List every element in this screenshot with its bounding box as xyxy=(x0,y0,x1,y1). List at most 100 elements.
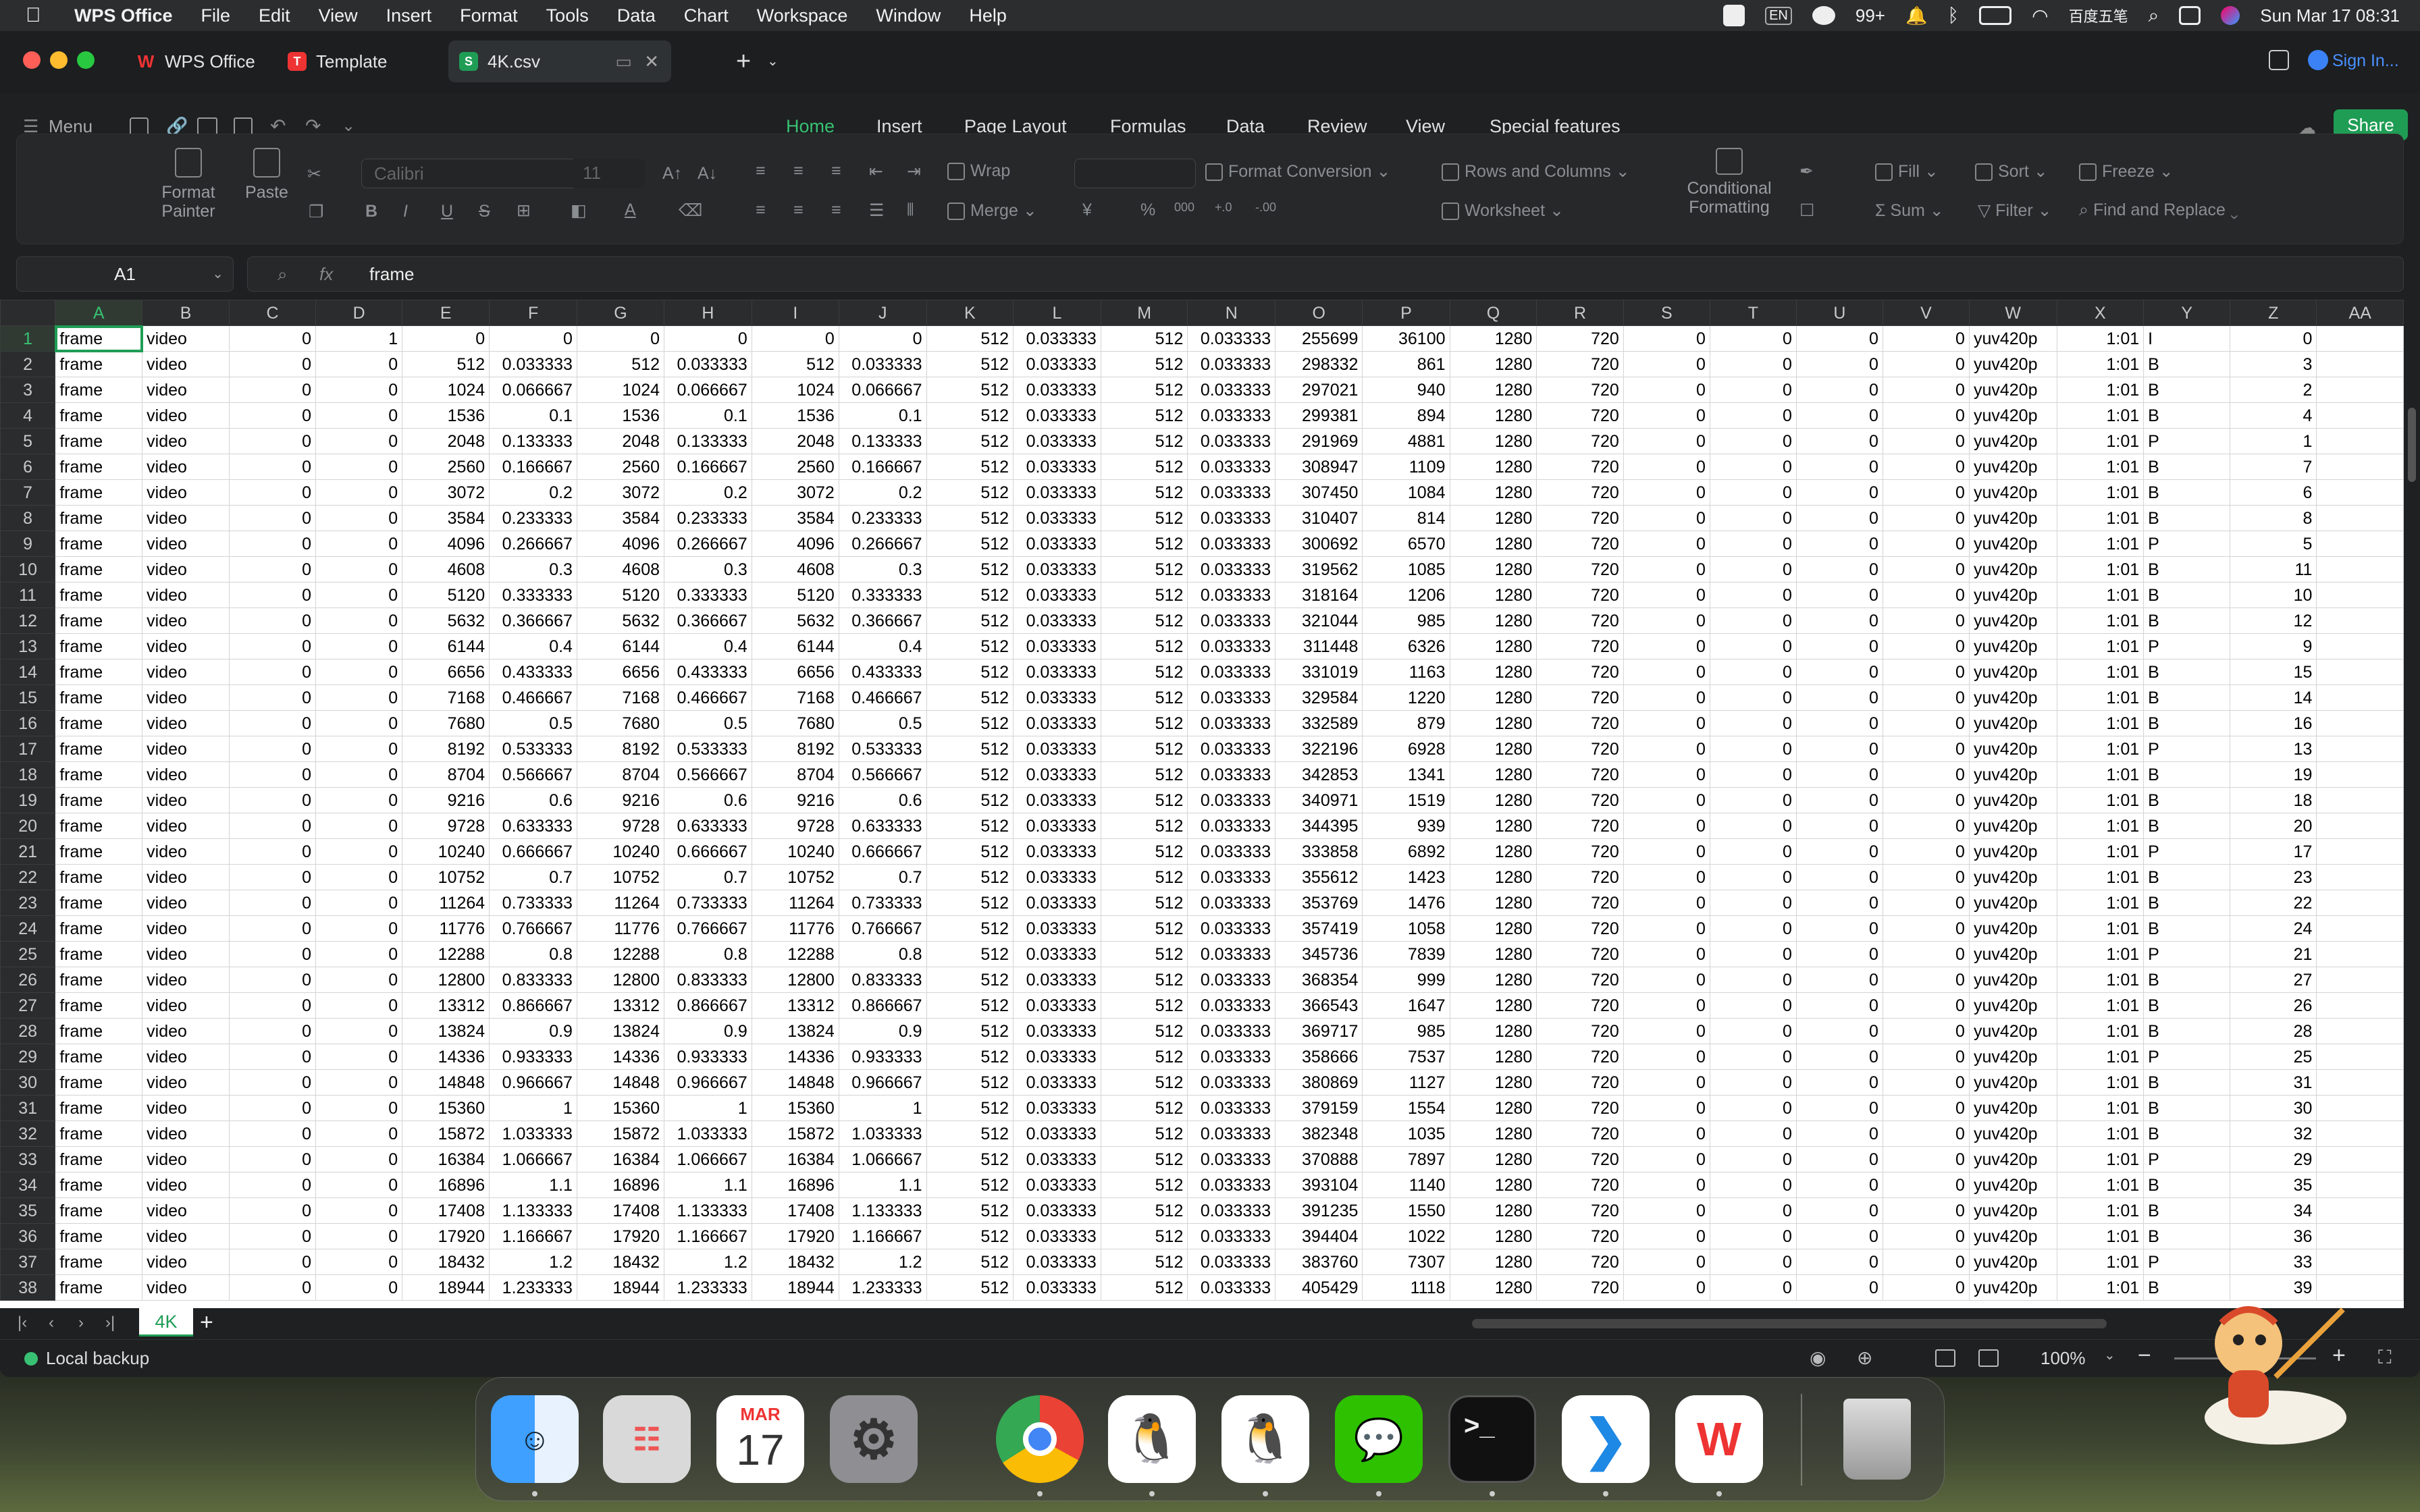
cell[interactable]: 1:01 xyxy=(2056,402,2145,429)
cell[interactable]: 0 xyxy=(1623,582,1710,608)
cell[interactable]: 0 xyxy=(1709,582,1797,608)
cell[interactable] xyxy=(2316,479,2404,506)
cell[interactable]: 0.033333 xyxy=(1013,992,1101,1019)
cell[interactable]: 720 xyxy=(1536,684,1624,711)
cell[interactable]: 14848 xyxy=(751,1069,839,1096)
cell[interactable]: 512 xyxy=(1100,582,1188,608)
cell[interactable]: 512 xyxy=(1100,1069,1188,1096)
cell[interactable]: 0.066667 xyxy=(664,377,752,403)
cell[interactable]: 0 xyxy=(2230,325,2317,352)
cell[interactable]: 0 xyxy=(1709,479,1797,506)
column-header[interactable]: Y xyxy=(2143,300,2231,326)
cell[interactable]: 1280 xyxy=(1449,710,1537,736)
row-header[interactable]: 11 xyxy=(0,582,56,608)
cell[interactable]: 512 xyxy=(926,1044,1014,1070)
cell[interactable]: B xyxy=(2143,1069,2231,1096)
cell[interactable]: 0 xyxy=(1709,454,1797,480)
cell[interactable]: yuv420p xyxy=(1968,582,2057,608)
cell[interactable]: 512 xyxy=(926,454,1014,480)
cell[interactable]: 0.033333 xyxy=(1013,1197,1101,1224)
cell[interactable]: 379159 xyxy=(1275,1095,1363,1121)
cell[interactable]: 1.2 xyxy=(838,1249,927,1275)
cell[interactable]: 1536 xyxy=(402,402,490,429)
cell[interactable]: 0 xyxy=(1882,1095,1970,1121)
cell[interactable]: 12800 xyxy=(751,967,839,993)
cell[interactable]: 7839 xyxy=(1362,941,1450,967)
cell[interactable]: P xyxy=(2143,531,2231,557)
cell[interactable]: 12288 xyxy=(402,941,490,967)
grow-font-icon[interactable]: A↑ xyxy=(662,164,682,184)
cell[interactable]: 1:01 xyxy=(2056,428,2145,454)
cell[interactable] xyxy=(2316,915,2404,942)
cell[interactable]: B xyxy=(2143,556,2231,583)
cell[interactable]: 0.1 xyxy=(489,402,577,429)
cell[interactable]: 512 xyxy=(1100,761,1188,788)
cell[interactable]: yuv420p xyxy=(1968,454,2057,480)
cell[interactable]: 0 xyxy=(229,736,317,762)
column-header[interactable]: U xyxy=(1795,300,1883,326)
cell[interactable]: 512 xyxy=(1100,710,1188,736)
row-header[interactable]: 15 xyxy=(0,684,56,711)
cell[interactable]: 0 xyxy=(1623,838,1710,865)
cell[interactable]: 1280 xyxy=(1449,684,1537,711)
cell[interactable]: 0.033333 xyxy=(1013,428,1101,454)
cell[interactable]: 0.033333 xyxy=(1187,377,1276,403)
cell[interactable]: 369717 xyxy=(1275,1018,1363,1044)
cell[interactable]: frame xyxy=(55,377,143,403)
row-header[interactable]: 4 xyxy=(0,402,56,429)
cell[interactable]: 0 xyxy=(229,710,317,736)
cell[interactable]: 2560 xyxy=(751,454,839,480)
cell[interactable] xyxy=(2316,1146,2404,1172)
cell[interactable]: 512 xyxy=(926,377,1014,403)
menu-app-name[interactable]: WPS Office xyxy=(74,5,173,26)
cell[interactable]: 720 xyxy=(1536,813,1624,839)
cell[interactable]: 0.366667 xyxy=(664,608,752,634)
cell[interactable]: frame xyxy=(55,1172,143,1198)
cell[interactable] xyxy=(2316,1120,2404,1147)
cell[interactable]: 0 xyxy=(229,890,317,916)
vertical-scrollbar[interactable] xyxy=(2404,300,2420,1308)
bold-button[interactable]: B xyxy=(365,202,377,221)
cell[interactable]: 0 xyxy=(1882,633,1970,659)
cell[interactable]: video xyxy=(142,556,230,583)
cell[interactable]: 512 xyxy=(926,890,1014,916)
cell[interactable]: 0.033333 xyxy=(1013,325,1101,352)
cell[interactable]: 0 xyxy=(1709,351,1797,377)
cell[interactable]: 0 xyxy=(1795,1069,1883,1096)
paste-button[interactable]: Paste xyxy=(233,148,300,202)
cell[interactable]: 0 xyxy=(1623,915,1710,942)
cell[interactable]: 18944 xyxy=(402,1274,490,1301)
cell[interactable]: 0.033333 xyxy=(1013,531,1101,557)
cell[interactable]: yuv420p xyxy=(1968,1018,2057,1044)
cell[interactable]: 6326 xyxy=(1362,633,1450,659)
cell[interactable]: 1.2 xyxy=(489,1249,577,1275)
cell[interactable]: 0 xyxy=(1709,505,1797,531)
cell[interactable]: 366543 xyxy=(1275,992,1363,1019)
cell[interactable]: 0 xyxy=(1709,864,1797,890)
cell[interactable]: 1519 xyxy=(1362,787,1450,813)
cell[interactable]: 319562 xyxy=(1275,556,1363,583)
column-header[interactable]: O xyxy=(1275,300,1363,326)
minimize-window-button[interactable] xyxy=(50,51,68,69)
cell[interactable]: yuv420p xyxy=(1968,967,2057,993)
cell[interactable]: 512 xyxy=(1100,377,1188,403)
cell[interactable]: video xyxy=(142,787,230,813)
cell[interactable] xyxy=(2316,736,2404,762)
cell[interactable]: 18 xyxy=(2230,787,2317,813)
cell[interactable]: 0 xyxy=(1882,608,1970,634)
cell[interactable]: 322196 xyxy=(1275,736,1363,762)
cell[interactable]: P xyxy=(2143,428,2231,454)
cell[interactable]: 985 xyxy=(1362,1018,1450,1044)
cell[interactable]: 21 xyxy=(2230,941,2317,967)
cell[interactable]: 512 xyxy=(1100,505,1188,531)
cell[interactable]: 2560 xyxy=(576,454,665,480)
cell[interactable]: 512 xyxy=(1100,838,1188,865)
cell[interactable]: 0 xyxy=(1795,1044,1883,1070)
cell[interactable]: 0 xyxy=(1795,710,1883,736)
cell[interactable]: 15872 xyxy=(402,1120,490,1147)
cell[interactable]: 3584 xyxy=(402,505,490,531)
cell[interactable]: 512 xyxy=(1100,1249,1188,1275)
cell[interactable]: 0.7 xyxy=(489,864,577,890)
cell[interactable]: 0 xyxy=(1795,684,1883,711)
cell[interactable]: 0 xyxy=(229,838,317,865)
